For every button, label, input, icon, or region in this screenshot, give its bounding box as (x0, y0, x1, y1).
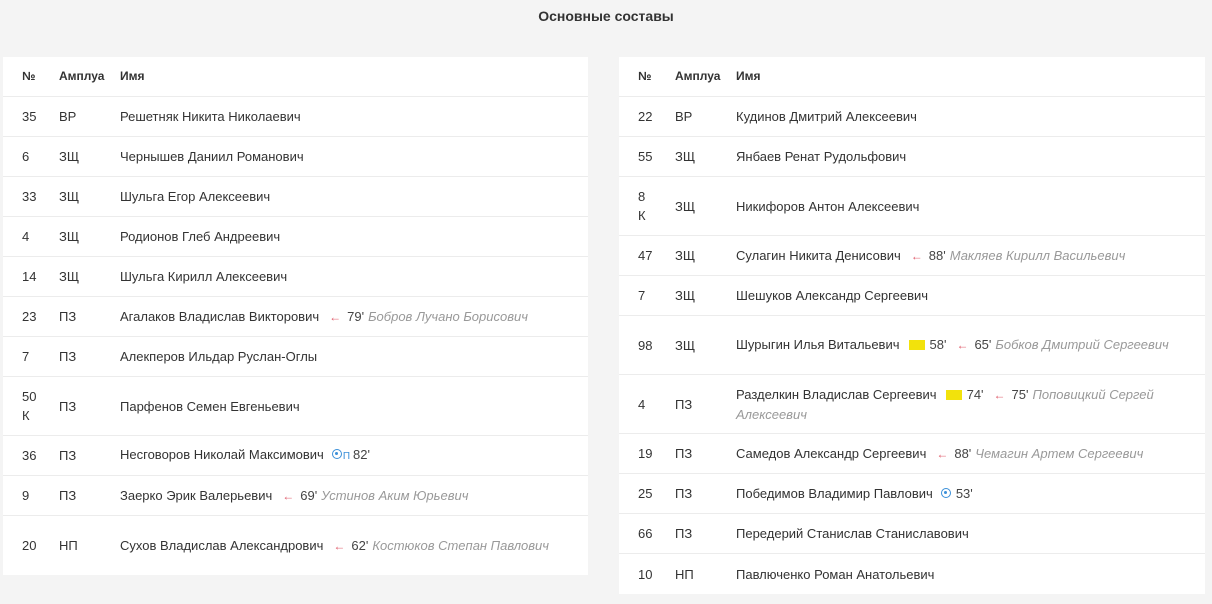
goal-minute: 82' (353, 447, 370, 462)
sub-minute: 79' (347, 308, 365, 324)
player-name[interactable]: Заерко Эрик Валерьевич (120, 488, 272, 503)
table-row: 22 ВР Кудинов Дмитрий Алексеевич (619, 97, 1205, 137)
table-row: 66 ПЗ Передерий Станислав Станиславович (619, 514, 1205, 554)
table-row: 35 ВР Решетняк Никита Николаевич (3, 97, 588, 137)
table-row: 33 ЗЩ Шульга Егор Алексеевич (3, 177, 588, 217)
sub-minute: 88' (928, 247, 946, 263)
sub-player-name[interactable]: Устинов Аким Юрьевич (321, 488, 468, 503)
header-num: № (638, 69, 652, 83)
goal-minute: 53' (955, 486, 973, 501)
player-name[interactable]: Шурыгин Илья Витальевич (736, 337, 900, 352)
player-name[interactable]: Самедов Александр Сергеевич (736, 446, 926, 461)
yellow-card-icon (908, 340, 925, 350)
header-pos: Амплуа (59, 69, 105, 83)
penalty-tag: П (342, 451, 350, 462)
player-name[interactable]: Несговоров Николай Максимович (120, 447, 324, 462)
sub-minute: 69' (300, 487, 318, 503)
player-name[interactable]: Шульга Егор Алексеевич (120, 189, 270, 204)
header-num: № (22, 69, 36, 83)
table-row: 4 ЗЩ Родионов Глеб Андреевич (3, 217, 588, 257)
sub-minute: 62' (351, 537, 369, 553)
yellow-card-icon (945, 389, 962, 400)
header-name: Имя (120, 69, 145, 83)
sub-player-name[interactable]: Костюков Степан Павлович (372, 538, 549, 553)
captain-badge: К (638, 208, 646, 223)
goal-ball-icon (940, 488, 951, 498)
table-row: 4 ПЗ Разделкин Владислав Сергеевич 74' ← 75… (619, 375, 1205, 434)
player-name[interactable]: Сухов Владислав Александрович (120, 538, 323, 553)
table-row: 20 НП Сухов Владислав Александрович ← 62' К… (3, 516, 588, 575)
player-name[interactable]: Разделкин Владислав Сергеевич (736, 387, 937, 402)
player-name[interactable]: Шешуков Александр Сергеевич (736, 288, 928, 303)
player-name[interactable]: Никифоров Антон Алексеевич (736, 199, 919, 214)
sub-player-name[interactable]: Чемагин Артем Сергеевич (975, 446, 1143, 461)
header-name: Имя (736, 69, 761, 83)
substitution-arrow-icon: ← (936, 446, 949, 461)
table-row: 6 ЗЩ Чернышев Даниил Романович (3, 137, 588, 177)
lineup-table-away: № Амплуа Имя 22 ВР Кудинов Дмитрий Алекс… (619, 57, 1205, 594)
player-name[interactable]: Передерий Станислав Станиславович (736, 526, 969, 541)
substitution-arrow-icon: ← (993, 387, 1006, 402)
player-name[interactable]: Победимов Владимир Павлович (736, 486, 933, 501)
player-name[interactable]: Шульга Кирилл Алексеевич (120, 269, 287, 284)
table-row: 47 ЗЩ Сулагин Никита Денисович ← 88' Макляе… (619, 236, 1205, 276)
table-row: 36 ПЗ Несговоров Николай Максимович П 82' (3, 436, 588, 476)
player-name[interactable]: Кудинов Дмитрий Алексеевич (736, 109, 917, 124)
sub-player-name[interactable]: Бобров Лучано Борисович (368, 309, 528, 324)
table-row: 25 ПЗ Победимов Владимир Павлович 53' (619, 474, 1205, 514)
substitution-arrow-icon: ← (956, 338, 969, 352)
sub-minute: 65' (974, 337, 992, 352)
table-row: 10 НП Павлюченко Роман Анатольевич (638, 566, 935, 582)
table-row: 55 ЗЩ Янбаев Ренат Рудольфович (619, 137, 1205, 177)
table-row: 50 К ПЗ Парфенов Семен Евгеньевич (3, 377, 588, 436)
page-title: Основные составы (538, 8, 674, 24)
sub-minute: 88' (954, 445, 972, 461)
table-row: 9 ПЗ Заерко Эрик Валерьевич ← 69' Устинов А… (3, 476, 588, 516)
sub-player-name[interactable]: Бобков Дмитрий Сергеевич (995, 337, 1168, 352)
table-row: 7 ЗЩ Шешуков Александр Сергеевич (619, 276, 1205, 316)
player-name[interactable]: Парфенов Семен Евгеньевич (120, 399, 300, 414)
substitution-arrow-icon: ← (333, 538, 346, 553)
goal-ball-icon (331, 449, 342, 459)
captain-badge: К (22, 408, 30, 423)
player-name[interactable]: Чернышев Даниил Романович (120, 149, 304, 164)
player-name[interactable]: Павлюченко Роман Анатольевич (736, 567, 934, 582)
player-name[interactable]: Сулагин Никита Денисович (736, 248, 901, 263)
card-minute: 58' (929, 337, 947, 352)
player-name[interactable]: Родионов Глеб Андреевич (120, 229, 280, 244)
table-row: 8 К ЗЩ Никифоров Антон Алексеевич (619, 177, 1205, 236)
player-name[interactable]: Алекперов Ильдар Руслан-Оглы (120, 349, 317, 364)
table-header: № Амплуа Имя (619, 57, 1205, 97)
table-row: 19 ПЗ Самедов Александр Сергеевич ← 88' Чем… (619, 434, 1205, 474)
table-row: 23 ПЗ Агалаков Владислав Викторович ← 79' Б… (3, 297, 588, 337)
substitution-arrow-icon: ← (329, 309, 342, 324)
substitution-arrow-icon: ← (910, 248, 923, 263)
sub-minute: 75' (1011, 386, 1029, 402)
player-name[interactable]: Агалаков Владислав Викторович (120, 309, 319, 324)
card-minute: 74' (966, 386, 984, 402)
table-row: 7 ПЗ Алекперов Ильдар Руслан-Оглы (3, 337, 588, 377)
table-row: 14 ЗЩ Шульга Кирилл Алексеевич (3, 257, 588, 297)
player-name[interactable]: Решетняк Никита Николаевич (120, 109, 301, 124)
lineup-table-home: № Амплуа Имя 35 ВР Решетняк Никита Никол… (3, 57, 588, 575)
header-pos: Амплуа (675, 69, 721, 83)
table-header: № Амплуа Имя (3, 57, 588, 97)
player-name[interactable]: Янбаев Ренат Рудольфович (736, 149, 906, 164)
table-row: 98 ЗЩ Шурыгин Илья Витальевич 58' ← 65' Бобк… (619, 316, 1205, 375)
substitution-arrow-icon: ← (282, 488, 295, 503)
sub-player-name[interactable]: Макляев Кирилл Васильевич (950, 248, 1126, 263)
